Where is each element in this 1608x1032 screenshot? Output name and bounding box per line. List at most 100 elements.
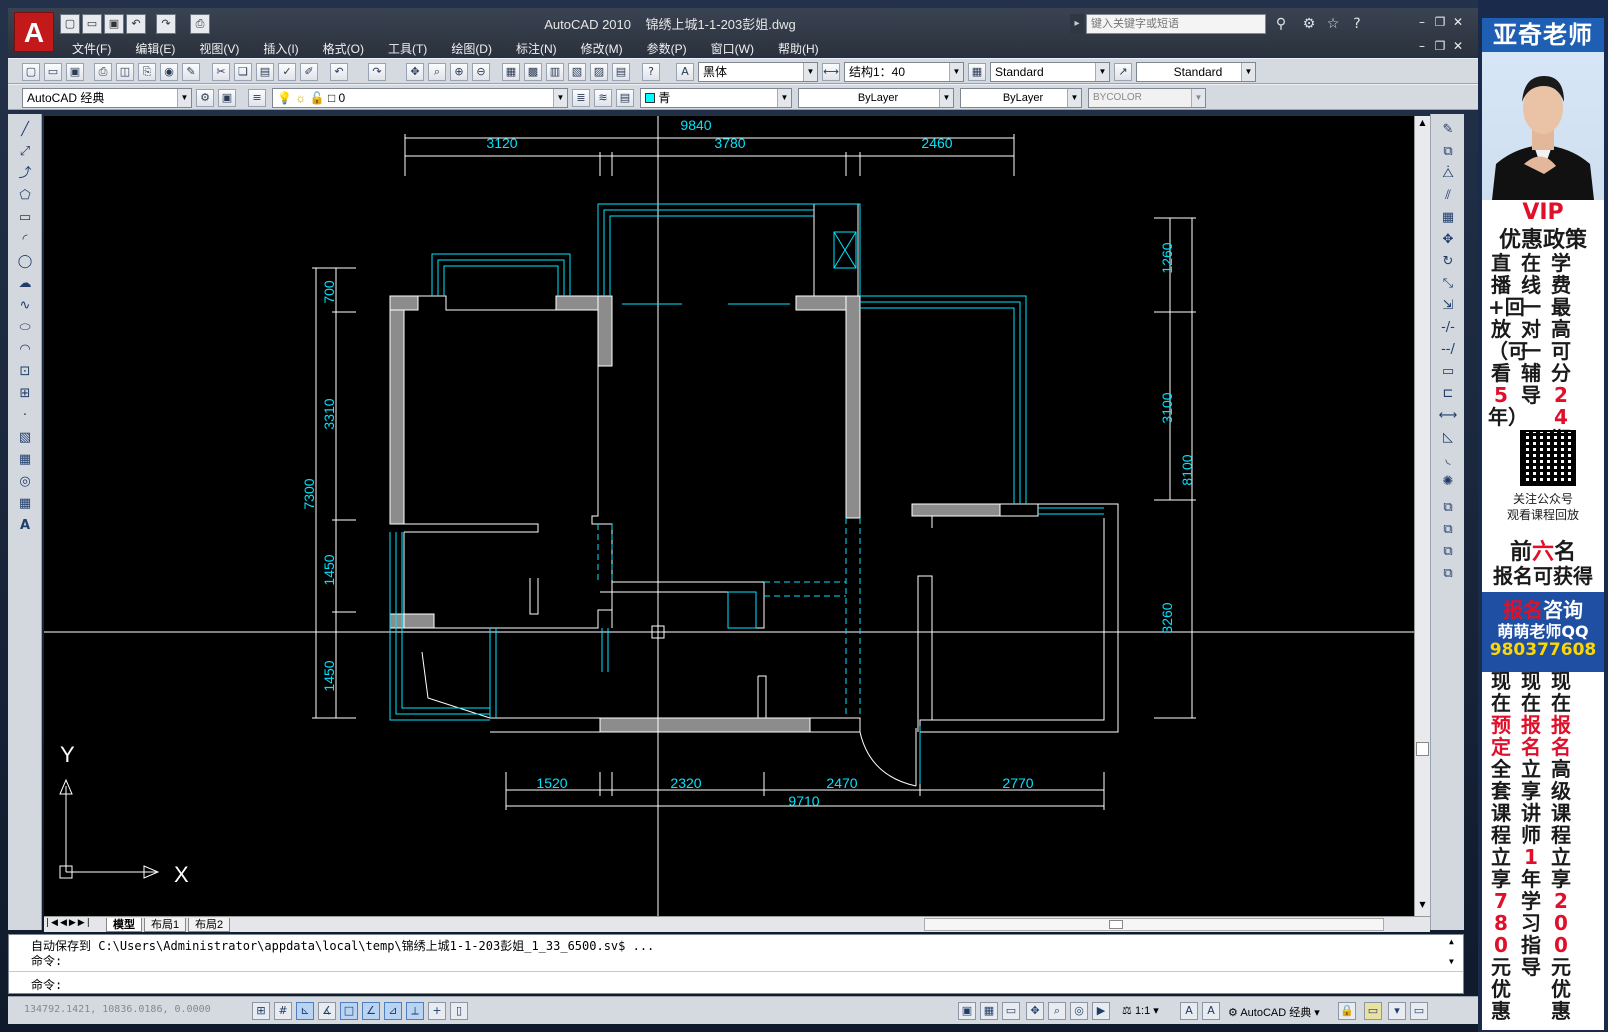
region-icon[interactable]: ◎ bbox=[14, 472, 36, 492]
favorites-star-icon[interactable]: ☆ bbox=[1322, 14, 1344, 34]
rectangle-icon[interactable]: ▭ bbox=[14, 208, 36, 228]
horizontal-scrollbar[interactable] bbox=[924, 918, 1384, 931]
polyline-icon[interactable]: ⤴ bbox=[14, 164, 36, 184]
minimize-icon[interactable]: – bbox=[1414, 14, 1430, 30]
layer-properties-icon[interactable]: ≡ bbox=[248, 89, 266, 107]
zoom-realtime-icon[interactable]: ⌕ bbox=[428, 63, 446, 81]
doc-minimize-icon[interactable]: – bbox=[1414, 38, 1430, 54]
command-prompt[interactable]: 命令: bbox=[31, 976, 62, 993]
markup-manager-icon[interactable]: ▨ bbox=[590, 63, 608, 81]
ellipse-icon[interactable]: ⬭ bbox=[14, 318, 36, 338]
line-tool-icon[interactable]: ╱ bbox=[14, 120, 36, 140]
trim-icon[interactable]: -/- bbox=[1437, 318, 1459, 338]
markup-icon[interactable]: ✎ bbox=[182, 63, 200, 81]
copy-icon[interactable]: ❏ bbox=[234, 63, 252, 81]
plot-toolbar-icon[interactable]: ⎙ bbox=[94, 63, 112, 81]
new-file-icon[interactable]: ▢ bbox=[60, 14, 80, 34]
layout-list-icon[interactable]: ▭ bbox=[1002, 1002, 1020, 1020]
block-editor-icon[interactable]: ✐ bbox=[300, 63, 318, 81]
draw-order-above-icon[interactable]: ⧉ bbox=[1437, 542, 1459, 562]
doc-restore-icon[interactable]: ❐ bbox=[1432, 38, 1448, 54]
search-expand-icon[interactable]: ▸ bbox=[1070, 14, 1084, 34]
offset-icon[interactable]: ⫽ bbox=[1437, 186, 1459, 206]
ellipse-arc-icon[interactable]: ◠ bbox=[14, 340, 36, 360]
infer-constraints-icon[interactable]: ⊞ bbox=[252, 1002, 270, 1020]
restore-icon[interactable]: ❐ bbox=[1432, 14, 1448, 30]
make-current-layer-icon[interactable]: ≣ bbox=[572, 89, 590, 107]
plotstyle-combo[interactable]: BYCOLOR ▼ bbox=[1088, 88, 1206, 108]
menu-window[interactable]: 窗口(W) bbox=[699, 38, 766, 58]
hatch-icon[interactable]: ▧ bbox=[14, 428, 36, 448]
plot-preview-icon[interactable]: ◫ bbox=[116, 63, 134, 81]
make-block-icon[interactable]: ⊞ bbox=[14, 384, 36, 404]
font-combo[interactable]: 黑体 ▼ bbox=[698, 62, 818, 82]
drawing-canvas[interactable]: 9840 3120 3780 2460 1520 2320 2470 2770 … bbox=[44, 116, 1414, 916]
zoom-previous-icon[interactable]: ⊖ bbox=[472, 63, 490, 81]
zoom-window-icon[interactable]: ⊕ bbox=[450, 63, 468, 81]
undo-icon[interactable]: ↶ bbox=[126, 14, 146, 34]
ortho-icon[interactable]: ⊾ bbox=[296, 1002, 314, 1020]
search-input[interactable] bbox=[1086, 14, 1266, 34]
match-properties-icon[interactable]: ✓ bbox=[278, 63, 296, 81]
save-toolbar-icon[interactable]: ▣ bbox=[66, 63, 84, 81]
steeringwheel-icon[interactable]: ◎ bbox=[1070, 1002, 1088, 1020]
model-space-icon[interactable]: ▣ bbox=[958, 1002, 976, 1020]
layer-combo[interactable]: 💡 ☼ 🔓 □ 0 ▼ bbox=[272, 88, 568, 108]
dimstyle-combo[interactable]: Standard ▼ bbox=[990, 62, 1110, 82]
calculator-icon[interactable]: ▤ bbox=[612, 63, 630, 81]
dyn-icon[interactable]: + bbox=[428, 1002, 446, 1020]
point-icon[interactable]: · bbox=[14, 406, 36, 426]
polygon-icon[interactable]: ⬠ bbox=[14, 186, 36, 206]
open-file-icon[interactable]: ▭ bbox=[82, 14, 102, 34]
mirror-icon[interactable]: ⧊ bbox=[1437, 164, 1459, 184]
draw-order-back-icon[interactable]: ⧉ bbox=[1437, 520, 1459, 540]
spline-icon[interactable]: ∿ bbox=[14, 296, 36, 316]
hardware-acceleration-icon[interactable]: ▭ bbox=[1364, 1002, 1382, 1020]
scroll-up-icon[interactable]: ▲ bbox=[1449, 937, 1454, 946]
ducs-icon[interactable]: ⟂ bbox=[406, 1002, 424, 1020]
arc-icon[interactable]: ◜ bbox=[14, 230, 36, 250]
tab-nav-arrows-icon[interactable]: |◀◀▶▶| bbox=[46, 918, 92, 928]
gradient-icon[interactable]: ▦ bbox=[14, 450, 36, 470]
revision-cloud-icon[interactable]: ☁ bbox=[14, 274, 36, 294]
dimension-style-icon[interactable]: ⟷ bbox=[822, 63, 840, 81]
annotation-scale-label[interactable]: ⚖ 1:1 ▾ bbox=[1122, 1004, 1159, 1017]
fillet-icon[interactable]: ◟ bbox=[1437, 450, 1459, 470]
draw-order-under-icon[interactable]: ⧉ bbox=[1437, 564, 1459, 584]
dimscale-combo[interactable]: 结构1：40 ▼ bbox=[844, 62, 964, 82]
extend-icon[interactable]: --/ bbox=[1437, 340, 1459, 360]
table-style-icon[interactable]: ▦ bbox=[968, 63, 986, 81]
otrack-icon[interactable]: ⊿ bbox=[384, 1002, 402, 1020]
tab-layout1[interactable]: 布局1 bbox=[144, 918, 187, 932]
isolate-objects-icon[interactable]: ▾ bbox=[1388, 1002, 1406, 1020]
command-line[interactable]: 自动保存到 C:\Users\Administrator\appdata\loc… bbox=[8, 934, 1464, 994]
vertical-scroll-thumb[interactable] bbox=[1416, 742, 1429, 756]
explode-icon[interactable]: ✺ bbox=[1437, 472, 1459, 492]
scroll-down-icon[interactable]: ▼ bbox=[1417, 900, 1428, 912]
menu-help[interactable]: 帮助(H) bbox=[766, 38, 831, 58]
annotation-visibility-icon[interactable]: A bbox=[1180, 1002, 1198, 1020]
tab-layout2[interactable]: 布局2 bbox=[188, 918, 231, 932]
lock-ui-icon[interactable]: 🔒 bbox=[1338, 1002, 1356, 1020]
horizontal-scroll-thumb[interactable] bbox=[1109, 920, 1123, 929]
workspace-switch[interactable]: ⚙ AutoCAD 经典 ▾ bbox=[1228, 1004, 1320, 1020]
circle-icon[interactable]: ◯ bbox=[14, 252, 36, 272]
layer-state-icon[interactable]: ▤ bbox=[616, 89, 634, 107]
copy-object-icon[interactable]: ⧉ bbox=[1437, 142, 1459, 162]
redo-icon[interactable]: ↷ bbox=[156, 14, 176, 34]
erase-icon[interactable]: ✎ bbox=[1437, 120, 1459, 140]
text-style-icon[interactable]: A bbox=[676, 63, 694, 81]
publish-icon[interactable]: ⎘ bbox=[138, 63, 156, 81]
autoscale-icon[interactable]: A bbox=[1202, 1002, 1220, 1020]
binoculars-icon[interactable]: ⚲ bbox=[1270, 14, 1292, 34]
multileader-style-icon[interactable]: ↗ bbox=[1114, 63, 1132, 81]
qnew-icon[interactable]: ▢ bbox=[22, 63, 40, 81]
layer-previous-icon[interactable]: ≋ bbox=[594, 89, 612, 107]
close-icon[interactable]: ✕ bbox=[1450, 14, 1466, 30]
construction-line-icon[interactable]: ⤢ bbox=[14, 142, 36, 162]
lineweight-combo[interactable]: ByLayer ▼ bbox=[960, 88, 1082, 108]
move-icon[interactable]: ✥ bbox=[1437, 230, 1459, 250]
plot-icon[interactable]: ⎙ bbox=[190, 14, 210, 34]
menu-modify[interactable]: 修改(M) bbox=[569, 38, 635, 58]
array-icon[interactable]: ▦ bbox=[1437, 208, 1459, 228]
